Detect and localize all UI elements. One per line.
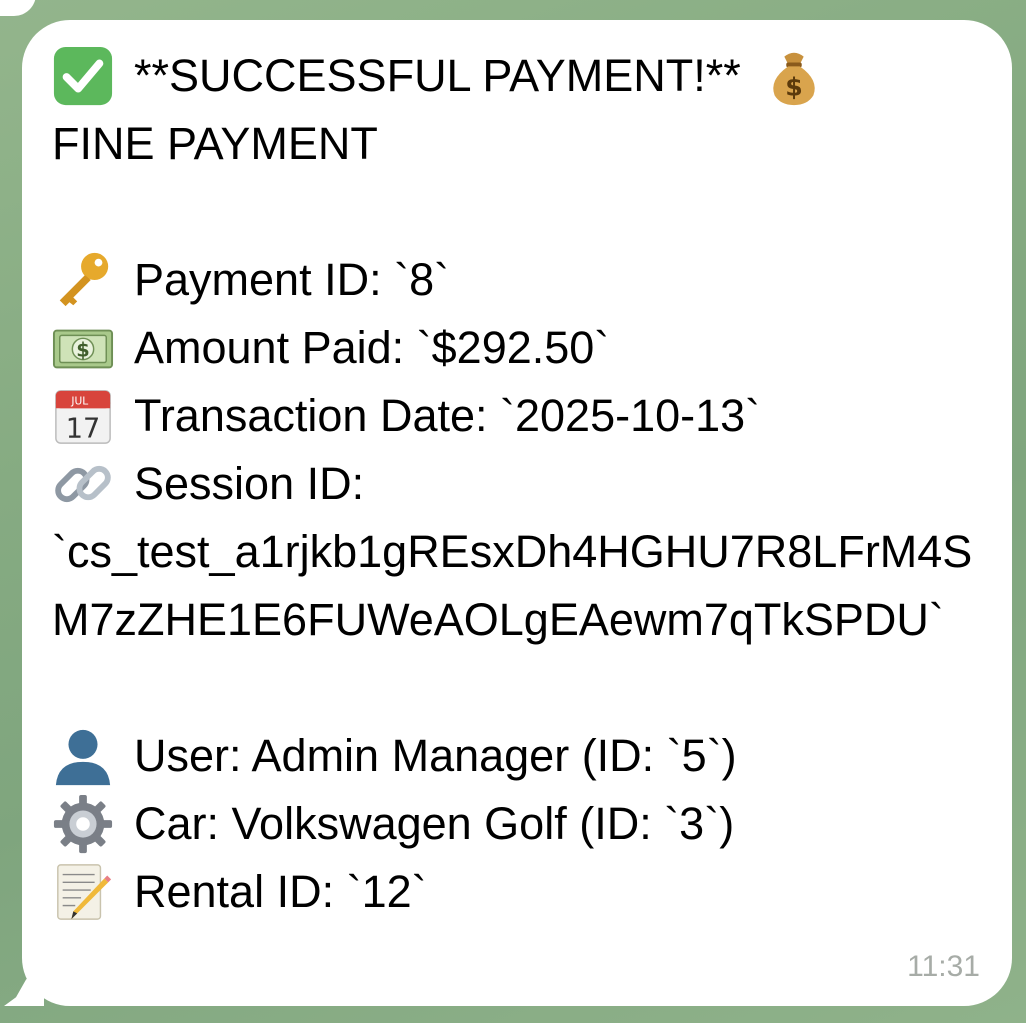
transaction-date-text: Transaction Date: `2025-10-13`	[134, 390, 761, 441]
title-line: **SUCCESSFUL PAYMENT!** $	[52, 42, 982, 110]
link-icon	[52, 453, 114, 515]
calendar-month: JUL	[70, 394, 88, 407]
amount-paid-text: Amount Paid: `$292.50`	[134, 322, 610, 373]
key-icon	[52, 249, 114, 311]
banknote-icon: $	[52, 317, 114, 379]
calendar-day: 17	[66, 413, 101, 444]
amount-paid-line: $ Amount Paid: `$292.50`	[52, 314, 982, 382]
session-id-value[interactable]: `cs_test_a1rjkb1gREsxDh4HGHU7R8LFrM4SM7z…	[52, 518, 982, 654]
message-subtitle: FINE PAYMENT	[52, 118, 378, 169]
message-timestamp: 11:31	[907, 950, 980, 983]
svg-text:$: $	[76, 339, 89, 362]
message-title: **SUCCESSFUL PAYMENT!**	[134, 50, 741, 101]
svg-text:$: $	[785, 72, 803, 101]
memo-icon	[52, 861, 114, 923]
transaction-date-line: JUL 17 Transaction Date: `2025-10-13`	[52, 382, 982, 450]
check-mark-icon	[52, 45, 114, 107]
message-bubble[interactable]: **SUCCESSFUL PAYMENT!** $ FINE PAYMENT P…	[22, 20, 1012, 1006]
user-line: User: Admin Manager (ID: `5`)	[52, 722, 982, 790]
calendar-icon: JUL 17	[52, 385, 114, 447]
payment-id-text: Payment ID: `8`	[134, 254, 450, 305]
user-silhouette-icon	[52, 725, 114, 787]
payment-id-line: Payment ID: `8`	[52, 246, 982, 314]
car-line: Car: Volkswagen Golf (ID: `3`)	[52, 790, 982, 858]
previous-bubble-corner	[0, 0, 36, 16]
user-text: User: Admin Manager (ID: `5`)	[134, 730, 737, 781]
rental-id-text: Rental ID: `12`	[134, 866, 427, 917]
rental-id-line: Rental ID: `12`	[52, 858, 982, 926]
gear-icon	[52, 793, 114, 855]
car-text: Car: Volkswagen Golf (ID: `3`)	[134, 798, 735, 849]
session-id-label-line: Session ID:	[52, 450, 982, 518]
subtitle-line: FINE PAYMENT	[52, 110, 982, 178]
session-id-label: Session ID:	[134, 458, 365, 509]
money-bag-icon: $	[763, 45, 825, 107]
